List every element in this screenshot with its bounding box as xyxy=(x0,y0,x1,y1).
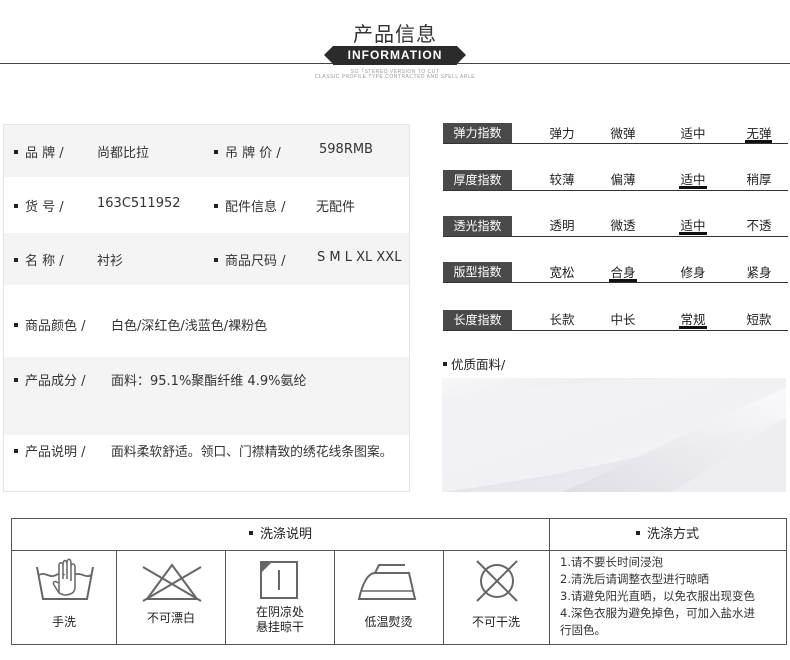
color-label: 商品颜色 / xyxy=(14,315,86,334)
wash-table: 洗涤说明 洗涤方式 手洗 不可漂白 在阴凉处 悬挂晾干 低温熨烫 不可干洗 1.… xyxy=(11,518,787,645)
bullet-icon xyxy=(248,530,253,535)
size-label: 商品尺码 / xyxy=(214,250,286,269)
hand-wash-label: 手洗 xyxy=(51,615,76,629)
price-label: 吊 牌 价 / xyxy=(214,142,281,161)
index-option: 紧身 xyxy=(746,265,772,280)
index-option: 宽松 xyxy=(549,265,575,280)
fabric-image xyxy=(442,378,786,492)
info-row-desc: 产品说明 / 面料柔软舒适。领口、门襟精致的绣花线条图案。 xyxy=(4,435,409,491)
section-title: 产品信息 xyxy=(353,22,437,46)
fabric-title: 优质面料/ xyxy=(443,354,505,373)
name-value: 衬衫 xyxy=(97,254,124,269)
info-row-sku: 货 号 / 163C511952 配件信息 / 无配件 xyxy=(4,177,409,233)
section-banner: INFORMATION xyxy=(324,46,466,65)
sku-value: 163C511952 xyxy=(97,196,181,211)
bullet-icon xyxy=(14,377,18,382)
index-option: 短款 xyxy=(746,312,772,327)
wash-instructions-header: 洗涤说明 xyxy=(12,519,549,551)
no-dry-clean-label: 不可干洗 xyxy=(471,615,520,629)
product-info-panel: 品 牌 / 尚都比拉 吊 牌 价 / 598RMB 货 号 / 163C5119… xyxy=(3,124,410,492)
index-label-transparency: 透光指数 xyxy=(443,216,512,236)
bullet-icon xyxy=(14,448,18,453)
index-option: 不透 xyxy=(746,218,772,233)
care-item: 行固色。 xyxy=(560,623,606,637)
material-label: 产品成分 / xyxy=(14,370,86,389)
index-label-length: 长度指数 xyxy=(443,310,512,330)
index-option: 微弹 xyxy=(610,126,636,141)
selected-marker xyxy=(679,232,707,235)
bullet-icon xyxy=(214,149,218,154)
name-label: 名 称 / xyxy=(14,250,64,269)
bullet-icon xyxy=(635,530,640,535)
selected-marker xyxy=(679,186,707,189)
info-row-brand: 品 牌 / 尚都比拉 吊 牌 价 / 598RMB xyxy=(4,125,409,177)
shade-dry-label: 在阴凉处 悬挂晾干 xyxy=(255,605,304,634)
brand-value: 尚都比拉 xyxy=(97,146,150,161)
low-iron-label: 低温熨烫 xyxy=(364,615,413,629)
hand-wash-icon xyxy=(12,555,118,607)
index-option: 适中 xyxy=(680,126,706,141)
desc-label: 产品说明 / xyxy=(14,441,86,460)
accessory-label: 配件信息 / xyxy=(214,196,286,215)
index-baseline xyxy=(443,143,788,144)
index-baseline xyxy=(443,282,788,283)
index-label-thickness: 厚度指数 xyxy=(443,170,512,190)
index-option: 偏薄 xyxy=(610,172,636,187)
sku-label: 货 号 / xyxy=(14,196,64,215)
index-option: 长款 xyxy=(549,312,575,327)
selected-marker xyxy=(745,140,772,143)
care-item: 2.清洗后请调整衣型进行晾晒 xyxy=(560,572,709,586)
bullet-icon xyxy=(14,149,18,154)
bullet-icon xyxy=(214,257,218,262)
bullet-icon xyxy=(214,203,218,208)
material-value: 面料：95.1%聚酯纤维 4.9%氨纶 xyxy=(111,374,307,389)
care-item: 1.请不要长时间浸泡 xyxy=(560,555,663,569)
index-label-fit: 版型指数 xyxy=(443,262,512,282)
low-iron-icon xyxy=(335,555,441,607)
wash-method-header: 洗涤方式 xyxy=(549,519,786,551)
info-row-name: 名 称 / 衬衫 商品尺码 / S M L XL XXL xyxy=(4,233,409,285)
accessory-value: 无配件 xyxy=(316,200,356,215)
index-option: 稍厚 xyxy=(746,172,772,187)
selected-marker xyxy=(679,326,707,329)
no-bleach-icon xyxy=(119,555,225,607)
index-option: 较薄 xyxy=(549,172,575,187)
tagline-2: CLASSIC PROFILE TYPE CONTRACTED AND SPEL… xyxy=(314,74,476,80)
selected-marker xyxy=(609,279,637,282)
no-bleach-label: 不可漂白 xyxy=(146,611,195,625)
desc-value: 面料柔软舒适。领口、门襟精致的绣花线条图案。 xyxy=(111,445,393,460)
bullet-icon xyxy=(14,203,18,208)
shade-dry-icon xyxy=(226,555,332,607)
info-row-color: 商品颜色 / 白色/深红色/浅蓝色/裸粉色 xyxy=(4,285,409,357)
price-value: 598RMB xyxy=(319,142,373,157)
care-instructions: 1.请不要长时间浸泡 2.清洗后请调整衣型进行晾晒 3.请避免阳光直晒，以免衣服… xyxy=(558,554,786,639)
care-item: 3.请避免阳光直晒，以免衣服出现变色 xyxy=(560,589,755,603)
index-option: 弹力 xyxy=(549,126,575,141)
bullet-icon xyxy=(443,361,447,366)
bullet-icon xyxy=(14,257,18,262)
bullet-icon xyxy=(14,322,18,327)
index-baseline xyxy=(443,190,788,191)
index-option: 中长 xyxy=(610,312,636,327)
info-row-material: 产品成分 / 面料：95.1%聚酯纤维 4.9%氨纶 xyxy=(4,357,409,435)
index-baseline xyxy=(443,236,788,237)
no-dry-clean-icon xyxy=(444,555,550,607)
brand-label: 品 牌 / xyxy=(14,142,64,161)
size-value: S M L XL XXL xyxy=(317,250,402,265)
care-item: 4.深色衣服为避免掉色，可加入盐水进 xyxy=(560,606,755,620)
index-option: 透明 xyxy=(549,218,575,233)
index-option: 修身 xyxy=(680,265,706,280)
index-option: 微透 xyxy=(610,218,636,233)
color-value: 白色/深红色/浅蓝色/裸粉色 xyxy=(111,319,268,334)
index-label-elasticity: 弹力指数 xyxy=(443,123,512,143)
index-baseline xyxy=(443,330,788,331)
